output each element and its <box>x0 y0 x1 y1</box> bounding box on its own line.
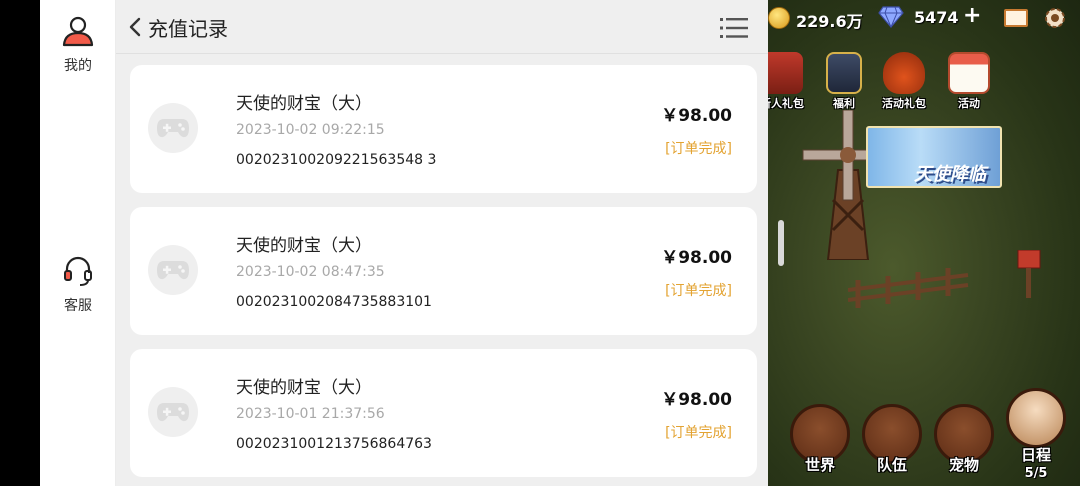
product-name: 天使的财宝（大） <box>236 378 372 398</box>
team-button[interactable]: 队伍 <box>860 404 924 480</box>
fence-icon <box>848 250 1041 308</box>
left-bezel <box>0 0 40 486</box>
event-label: 活动 <box>958 97 980 110</box>
user-icon <box>62 16 94 47</box>
banner-text: 天使降临 <box>914 164 986 185</box>
record-time: 2023-10-02 09:22:15 <box>236 122 385 138</box>
event-activity-pack[interactable]: 活动礼包 <box>882 52 926 111</box>
nav-label-service: 客服 <box>64 298 92 314</box>
page-title: 充值记录 <box>148 17 228 41</box>
event-label: 新人礼包 <box>768 97 804 110</box>
bottom-menu: 世界 队伍 宠物 日程 5/5 <box>768 388 1080 486</box>
panel-header: 充值记录 <box>116 0 768 54</box>
schedule-button[interactable]: 日程 5/5 <box>1004 388 1068 481</box>
lucky-bag-icon <box>883 52 925 94</box>
gift-chest-icon <box>768 52 803 94</box>
scroll-handle[interactable] <box>778 220 784 266</box>
record-time: 2023-10-01 21:37:56 <box>236 406 385 422</box>
nav-item-service[interactable]: 客服 <box>40 254 116 315</box>
event-label: 活动礼包 <box>882 97 926 110</box>
side-nav: 我的 客服 <box>40 0 116 486</box>
diamond-icon <box>878 6 904 28</box>
add-currency-button[interactable]: + <box>963 3 981 28</box>
calendar-icon <box>948 52 990 94</box>
order-number: 0020231001213756864763 <box>236 436 432 452</box>
gamepad-icon <box>148 387 198 437</box>
world-button[interactable]: 世界 <box>788 404 852 480</box>
recharge-panel: 充值记录 天使的财宝（大） 2023-10-02 09:22:15 002023… <box>116 0 768 486</box>
price: ￥98.00 <box>661 248 732 268</box>
gamepad-icon <box>148 103 198 153</box>
nav-label-me: 我的 <box>64 58 92 74</box>
record-card[interactable]: 天使的财宝（大） 2023-10-01 21:37:56 00202310012… <box>130 349 757 477</box>
price: ￥98.00 <box>661 390 732 410</box>
bottom-label: 世界 <box>804 456 835 474</box>
record-card[interactable]: 天使的财宝（大） 2023-10-02 08:47:35 00202310020… <box>130 207 757 335</box>
nav-item-me[interactable]: 我的 <box>40 14 116 75</box>
mail-icon[interactable] <box>1004 9 1028 27</box>
order-status: [订单完成] <box>665 141 732 157</box>
product-name: 天使的财宝（大） <box>236 94 372 114</box>
bottom-label: 队伍 <box>876 456 907 474</box>
bottom-label: 日程 <box>1020 446 1051 464</box>
order-status: [订单完成] <box>665 425 732 441</box>
gear-icon[interactable] <box>1042 5 1068 31</box>
order-number: 002023100209221563548 3 <box>236 152 437 168</box>
headset-icon <box>64 256 92 286</box>
welfare-scroll-icon <box>826 52 862 94</box>
product-name: 天使的财宝（大） <box>236 236 372 256</box>
event-label: 福利 <box>833 97 855 110</box>
event-activity[interactable]: 活动 <box>948 52 990 111</box>
bottom-label: 宠物 <box>948 456 979 474</box>
list-icon[interactable] <box>720 17 748 39</box>
coin-icon <box>768 7 790 29</box>
pet-button[interactable]: 宠物 <box>932 404 996 480</box>
record-card[interactable]: 天使的财宝（大） 2023-10-02 09:22:15 00202310020… <box>130 65 757 193</box>
order-status: [订单完成] <box>665 283 732 299</box>
gem-count: 5474 <box>914 8 959 27</box>
schedule-count: 5/5 <box>1024 466 1048 481</box>
coin-count: 229.6万 <box>796 12 863 31</box>
event-icons: 新人礼包 福利 活动礼包 活动 <box>768 52 1080 112</box>
event-newbie-pack[interactable]: 新人礼包 <box>768 52 804 111</box>
currency-bar: 229.6万 5474 + <box>768 0 1080 38</box>
game-view: 229.6万 5474 + 新人礼包 福利 活动礼包 活动 <box>768 0 1080 486</box>
price: ￥98.00 <box>661 106 732 126</box>
event-banner[interactable]: 天使降临 <box>866 126 1002 188</box>
order-number: 0020231002084735883101 <box>236 294 432 310</box>
character-avatar-icon <box>1006 388 1066 448</box>
gamepad-icon <box>148 245 198 295</box>
record-time: 2023-10-02 08:47:35 <box>236 264 385 280</box>
event-welfare[interactable]: 福利 <box>826 52 862 111</box>
chevron-left-icon[interactable] <box>124 15 148 39</box>
